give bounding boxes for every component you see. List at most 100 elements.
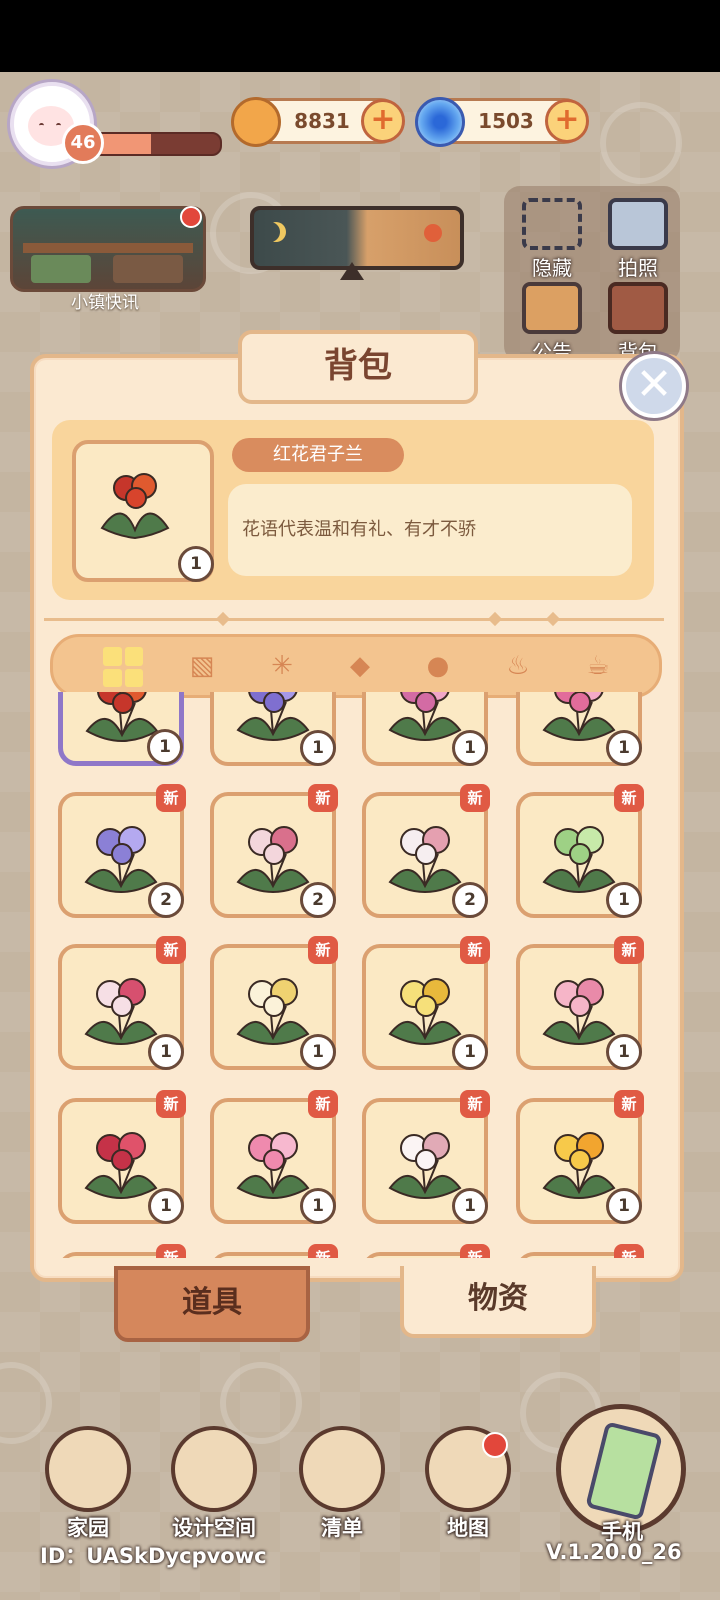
item-slot[interactable]: 新 <box>210 1244 338 1258</box>
item-count: 1 <box>148 1034 184 1070</box>
photo-button[interactable]: 拍照 <box>598 198 678 281</box>
version-label: V.1.20.0_26 <box>546 1540 682 1564</box>
item-count: 1 <box>300 1188 336 1224</box>
day-night-indicator <box>250 206 464 270</box>
item-grid: 1111新2新2新2新1新1新1新1新1新1新1新1新1新新新新 <box>40 692 668 1258</box>
category-meat[interactable]: ● <box>413 643 463 689</box>
item-slot[interactable]: 新1 <box>362 936 490 1070</box>
category-drinks[interactable]: ☕ <box>573 643 623 689</box>
home-button[interactable]: 家园 <box>40 1426 136 1542</box>
item-slot[interactable]: 新2 <box>210 784 338 918</box>
item-slot[interactable]: 1 <box>362 692 488 766</box>
new-badge: 新 <box>156 1244 186 1258</box>
item-slot[interactable]: 新1 <box>58 1090 186 1224</box>
megaphone-icon <box>522 282 582 334</box>
flower-icon <box>388 826 462 894</box>
item-slot[interactable]: 新 <box>362 1244 490 1258</box>
town-news-thumbnail[interactable] <box>10 206 206 292</box>
category-branches[interactable]: ✳ <box>257 643 307 689</box>
add-coins-button[interactable]: + <box>361 99 405 143</box>
item-count: 1 <box>606 1188 642 1224</box>
flower-icon <box>236 978 310 1046</box>
gems-value: 1503 <box>478 109 534 133</box>
category-all[interactable] <box>99 643 149 689</box>
panel-divider <box>44 618 664 621</box>
coins-value: 8831 <box>294 109 350 133</box>
flower-icon <box>236 1132 310 1200</box>
item-slot[interactable]: 新1 <box>516 936 644 1070</box>
item-slot[interactable]: 新2 <box>362 784 490 918</box>
new-badge: 新 <box>308 1244 338 1258</box>
flower-icon <box>388 1132 462 1200</box>
flower-icon <box>542 826 616 894</box>
flower-icon <box>542 1132 616 1200</box>
clivia-flower-icon <box>100 473 170 540</box>
item-count: 1 <box>452 730 488 766</box>
item-slot[interactable]: 新1 <box>210 1090 338 1224</box>
xp-bar <box>92 132 222 156</box>
category-seeds[interactable]: ▧ <box>177 643 227 689</box>
gems-counter: 1503 + <box>415 97 589 147</box>
grid-icon <box>103 647 143 687</box>
tab-goods[interactable]: 物资 <box>400 1266 596 1338</box>
item-count: 1 <box>606 730 642 766</box>
smartphone-icon <box>585 1421 663 1521</box>
item-slot[interactable]: 新1 <box>58 936 186 1070</box>
time-marker-icon <box>340 262 364 280</box>
selected-item-count: 1 <box>178 546 214 582</box>
design-space-button[interactable]: 设计空间 <box>166 1426 262 1542</box>
new-badge: 新 <box>156 936 186 964</box>
item-slot[interactable]: 新 <box>58 1244 186 1258</box>
swirl-gem-icon <box>415 97 465 147</box>
hide-frame-icon <box>522 198 582 250</box>
new-badge: 新 <box>308 1090 338 1118</box>
seed-icon: ▧ <box>189 651 215 681</box>
phone-button[interactable] <box>556 1404 686 1534</box>
category-soup[interactable]: ♨ <box>493 643 543 689</box>
photo-label: 拍照 <box>618 256 658 280</box>
item-slot[interactable]: 1 <box>210 692 336 766</box>
new-badge: 新 <box>460 936 490 964</box>
item-detail-card: 1 红花君子兰 花语代表温和有礼、有才不骄 <box>52 420 654 600</box>
notice-button[interactable]: 公告 <box>512 282 592 365</box>
item-slot[interactable]: 1 <box>58 692 184 766</box>
flower-icon <box>84 826 158 894</box>
item-slot[interactable]: 1 <box>516 692 642 766</box>
map-label: 地图 <box>447 1516 489 1540</box>
item-slot[interactable]: 新 <box>516 1244 644 1258</box>
item-count: 1 <box>147 729 183 765</box>
close-button[interactable]: ✕ <box>622 354 686 418</box>
item-slot[interactable]: 新1 <box>362 1090 490 1224</box>
selected-item-icon: 1 <box>72 440 214 582</box>
new-badge: 新 <box>614 1244 644 1258</box>
item-slot[interactable]: 新1 <box>210 936 338 1070</box>
category-fish[interactable]: ◆ <box>335 643 385 689</box>
item-count: 1 <box>452 1034 488 1070</box>
new-badge: 新 <box>308 784 338 812</box>
level-badge: 46 <box>62 122 104 164</box>
add-gems-button[interactable]: + <box>545 99 589 143</box>
town-news-label: 小镇快讯 <box>71 293 139 313</box>
checklist-button[interactable]: 清单 <box>294 1426 390 1542</box>
item-count: 1 <box>606 882 642 918</box>
coin-icon <box>231 97 281 147</box>
item-count: 2 <box>300 882 336 918</box>
hide-button[interactable]: 隐藏 <box>512 198 592 281</box>
house-icon <box>45 1426 131 1512</box>
news-notification-dot <box>180 206 202 228</box>
item-slot[interactable]: 新2 <box>58 784 186 918</box>
selected-item-description: 花语代表温和有礼、有才不骄 <box>228 484 632 576</box>
item-slot[interactable]: 新1 <box>516 784 644 918</box>
design-space-label: 设计空间 <box>172 1516 256 1540</box>
item-count: 2 <box>148 882 184 918</box>
new-badge: 新 <box>614 936 644 964</box>
new-badge: 新 <box>156 784 186 812</box>
new-badge: 新 <box>308 936 338 964</box>
bag-button[interactable]: 背包 <box>598 282 678 365</box>
checklist-label: 清单 <box>321 1516 363 1540</box>
item-count: 1 <box>300 730 336 766</box>
home-label: 家园 <box>67 1516 109 1540</box>
tab-tools[interactable]: 道具 <box>114 1266 310 1342</box>
bag-panel-title: 背包 <box>238 330 478 404</box>
item-slot[interactable]: 新1 <box>516 1090 644 1224</box>
